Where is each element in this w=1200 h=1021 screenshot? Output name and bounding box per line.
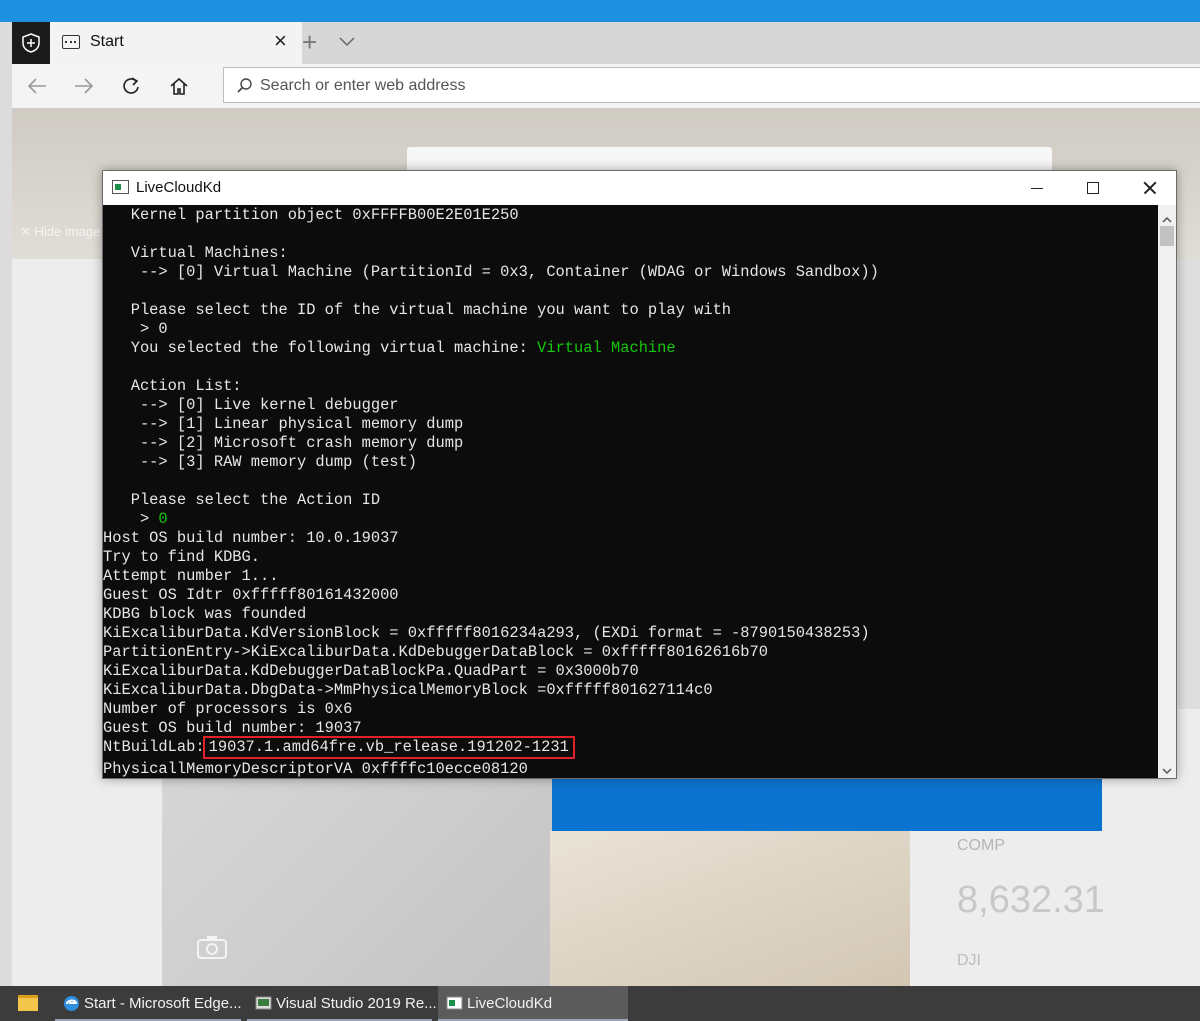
selected-vm-name: Virtual Machine	[537, 339, 676, 357]
taskbar: Start - Microsoft Edge... Visual Studio …	[0, 986, 1200, 1021]
tab-start[interactable]: Start ×	[50, 22, 302, 64]
refresh-icon[interactable]	[121, 76, 141, 101]
console-line: Action List:	[103, 377, 242, 395]
console-line: PhysicallMemoryDescriptorVA 0xffffc10ecc…	[103, 760, 528, 778]
console-line: KDBG block was founded	[103, 605, 307, 623]
search-input[interactable]	[258, 73, 1162, 99]
console-line: --> [1] Linear physical memory dump	[103, 415, 464, 433]
console-line: > 0	[103, 320, 168, 338]
console-line: PartitionEntry->KiExcaliburData.KdDebugg…	[103, 643, 768, 661]
console-line: Try to find KDBG.	[103, 548, 261, 566]
edge-icon	[63, 995, 80, 1012]
shield-icon[interactable]	[12, 22, 50, 64]
taskbar-item-label: Start - Microsoft Edge...	[84, 995, 242, 1012]
minimize-button[interactable]	[1009, 171, 1065, 205]
console-line: KiExcaliburData.KdVersionBlock = 0xfffff…	[103, 624, 870, 642]
forward-icon[interactable]	[73, 76, 95, 101]
console-line: --> [0] Virtual Machine (PartitionId = 0…	[103, 263, 879, 281]
console-line: Host OS build number: 10.0.19037	[103, 529, 399, 547]
console-line: --> [3] RAW memory dump (test)	[103, 453, 418, 471]
window-title: LiveCloudKd	[136, 179, 222, 196]
vertical-scrollbar[interactable]	[1158, 205, 1176, 778]
taskbar-item-label: Visual Studio 2019 Re...	[276, 995, 437, 1012]
tab-bar: Start × +	[12, 22, 1200, 64]
console-line: --> [0] Live kernel debugger	[103, 396, 399, 414]
stock-value: 8,632.31	[957, 879, 1105, 921]
taskbar-item-label: LiveCloudKd	[467, 995, 553, 1012]
visual-studio-icon	[255, 995, 272, 1012]
console-line: Virtual Machines:	[103, 244, 288, 262]
file-explorer-icon[interactable]	[18, 995, 38, 1011]
scrollbar-thumb[interactable]	[1160, 226, 1174, 246]
console-line: Kernel partition object 0xFFFFB00E2E01E2…	[103, 206, 519, 224]
console-line: Number of processors is 0x6	[103, 700, 353, 718]
chevron-down-icon[interactable]	[339, 34, 355, 52]
back-icon[interactable]	[26, 76, 48, 101]
console-line-ntbuildlab: NtBuildLab: 19037.1.amd64fre.vb_release.1…	[103, 736, 575, 759]
console-line: Guest OS Idtr 0xfffff80161432000	[103, 586, 399, 604]
page-side-panel	[1178, 259, 1200, 709]
console-line: Please select the Action ID	[103, 491, 381, 509]
taskbar-item-visual-studio[interactable]: Visual Studio 2019 Re...	[247, 986, 437, 1021]
selected-action-id: 0	[158, 510, 168, 528]
tab-page-icon	[62, 35, 80, 49]
console-app-icon	[112, 180, 129, 194]
stock-label-2: DJI	[957, 952, 981, 969]
browser-toolbar	[12, 64, 1200, 109]
camera-icon	[197, 935, 227, 964]
hide-image-link[interactable]: ✕ Hide image	[20, 224, 100, 240]
console-output[interactable]: Kernel partition object 0xFFFFB00E2E01E2…	[103, 205, 1158, 778]
console-prompt: >	[103, 510, 159, 528]
console-line: --> [2] Microsoft crash memory dump	[103, 434, 464, 452]
search-icon	[237, 78, 252, 93]
console-text: You selected the following virtual machi…	[103, 339, 538, 357]
console-line: Attempt number 1...	[103, 567, 279, 585]
console-line-selected-vm: You selected the following virtual machi…	[103, 339, 676, 358]
news-photo-2[interactable]	[550, 831, 910, 986]
scroll-down-icon[interactable]	[1162, 762, 1172, 780]
home-icon[interactable]	[169, 76, 189, 101]
livecloudkd-window[interactable]: LiveCloudKd Kernel partition object 0xFF…	[102, 170, 1177, 779]
taskbar-item-edge[interactable]: Start - Microsoft Edge...	[55, 986, 242, 1021]
maximize-button[interactable]	[1065, 171, 1121, 205]
address-bar[interactable]	[223, 67, 1200, 103]
taskbar-item-livecloudkd[interactable]: LiveCloudKd	[438, 986, 628, 1021]
stock-label: COMP	[957, 837, 1005, 854]
console-line-action-input: > 0	[103, 510, 168, 529]
new-tab-icon[interactable]: +	[302, 28, 317, 56]
window-titlebar[interactable]: LiveCloudKd	[103, 171, 1176, 205]
console-line: KiExcaliburData.DbgData->MmPhysicalMemor…	[103, 681, 713, 699]
desktop-top-strip	[0, 0, 1200, 22]
ntbuildlab-label: NtBuildLab:	[103, 738, 205, 756]
close-button[interactable]	[1121, 171, 1177, 205]
ntbuildlab-value-highlight: 19037.1.amd64fre.vb_release.191202-1231	[202, 736, 575, 759]
tab-close-icon[interactable]: ×	[274, 29, 287, 53]
console-line: Please select the ID of the virtual mach…	[103, 301, 732, 319]
console-icon	[446, 995, 463, 1012]
tab-title: Start	[90, 33, 124, 50]
console-line: KiExcaliburData.KdDebuggerDataBlockPa.Qu…	[103, 662, 639, 680]
